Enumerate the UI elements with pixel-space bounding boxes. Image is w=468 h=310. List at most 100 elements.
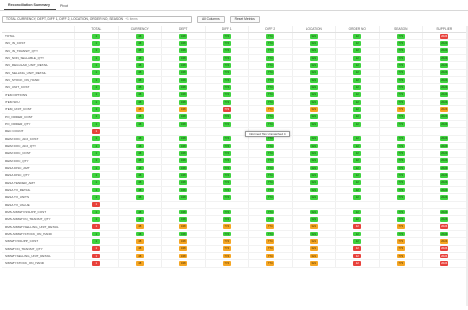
grid-cell[interactable]: 48 [117, 69, 162, 76]
status-badge[interactable]: 773 [396, 253, 405, 259]
status-badge[interactable]: 12 [353, 70, 362, 76]
grid-cell[interactable]: 321 [291, 238, 336, 245]
status-badge[interactable]: 774 [266, 253, 275, 259]
grid-cell[interactable]: 12 [335, 157, 379, 164]
status-badge[interactable]: 774 [222, 70, 231, 76]
grid-cell[interactable]: 321 [291, 179, 336, 186]
status-badge[interactable]: 2024 [440, 238, 449, 244]
status-badge[interactable]: 2024 [440, 194, 449, 200]
status-badge[interactable]: 12 [353, 114, 362, 120]
status-badge[interactable]: 773 [396, 107, 405, 112]
status-badge[interactable]: 1 [92, 55, 101, 61]
status-badge[interactable]: 321 [309, 63, 318, 68]
status-badge[interactable]: 774 [266, 158, 275, 164]
grid-cell[interactable]: 1 [74, 76, 118, 84]
status-badge[interactable]: 2024 [440, 48, 449, 54]
status-badge[interactable]: 774 [266, 231, 275, 237]
grid-cell[interactable]: 2024 [422, 245, 466, 252]
header-total[interactable]: TOTAL [74, 26, 118, 32]
grid-cell[interactable]: 348 [161, 216, 205, 223]
grid-cell[interactable]: 1 [74, 62, 118, 69]
grid-cell[interactable]: 321 [291, 194, 336, 201]
grid-cell[interactable]: 348 [161, 135, 205, 142]
status-badge[interactable]: 774 [266, 92, 275, 98]
status-badge[interactable]: 12 [353, 99, 362, 105]
grid-cell[interactable]: 348 [161, 252, 205, 260]
grid-cell[interactable]: 2024 [422, 76, 466, 84]
grid-cell[interactable]: 2024 [422, 40, 466, 47]
status-badge[interactable]: 348 [179, 151, 188, 156]
grid-cell[interactable]: 321 [291, 62, 336, 69]
status-badge[interactable]: 774 [266, 173, 275, 178]
status-badge[interactable]: 2024 [440, 85, 449, 90]
status-badge[interactable]: 1 [92, 209, 101, 215]
status-badge[interactable]: 12 [353, 246, 362, 252]
grid-cell[interactable]: 321 [291, 216, 336, 223]
grid-cell[interactable]: 774 [248, 106, 292, 113]
grid-cell[interactable]: 774 [248, 150, 292, 157]
grid-cell[interactable] [291, 201, 336, 208]
status-badge[interactable]: 774 [266, 180, 275, 186]
grid-cell[interactable]: 2024 [422, 179, 466, 186]
status-badge[interactable]: 348 [179, 231, 188, 237]
grid-cell[interactable]: 321 [291, 106, 336, 113]
grid-cell[interactable] [117, 128, 162, 135]
status-badge[interactable]: 773 [396, 48, 405, 54]
status-badge[interactable]: 2024 [440, 92, 449, 98]
grid-cell[interactable]: 321 [291, 135, 336, 142]
status-badge[interactable]: 12 [353, 107, 362, 112]
status-badge[interactable]: 773 [396, 55, 405, 61]
grid-cell[interactable]: 321 [291, 91, 336, 98]
status-badge[interactable]: 48 [135, 246, 144, 252]
grid-cell[interactable]: 2024 [422, 120, 466, 128]
grid-cell[interactable]: 321 [291, 76, 336, 84]
status-badge[interactable]: 2024 [440, 158, 449, 164]
grid-cell[interactable]: 774 [248, 33, 292, 40]
status-badge[interactable]: 2024 [440, 121, 449, 127]
header-currency[interactable]: CURRENCY [117, 26, 162, 32]
status-badge[interactable]: 774 [222, 224, 231, 230]
grid-cell[interactable]: 774 [204, 194, 249, 201]
grid-cell[interactable]: 774 [204, 223, 249, 230]
grid-cell[interactable]: 48 [117, 120, 162, 128]
grid-cell[interactable]: 348 [161, 245, 205, 252]
status-badge[interactable]: 48 [135, 63, 144, 68]
header-diff-1[interactable]: DIFF 1 [204, 26, 249, 32]
grid-cell[interactable]: 774 [204, 84, 249, 91]
grid-cell[interactable]: 321 [291, 260, 336, 267]
status-badge[interactable]: 773 [396, 121, 405, 127]
status-badge[interactable]: 48 [135, 253, 144, 259]
status-badge[interactable]: 48 [135, 92, 144, 98]
grid-cell[interactable]: 348 [161, 98, 205, 106]
grid-cell[interactable]: 773 [378, 40, 423, 47]
status-badge[interactable]: 2024 [440, 77, 449, 83]
status-badge[interactable]: 1 [92, 114, 101, 120]
grid-cell[interactable]: 12 [335, 47, 379, 54]
status-badge[interactable]: 321 [309, 165, 318, 171]
grid-cell[interactable] [161, 201, 205, 208]
status-badge[interactable]: 774 [266, 151, 275, 156]
status-badge[interactable]: 1 [92, 151, 101, 156]
status-badge[interactable]: 1 [92, 238, 101, 244]
dimension-search-input[interactable]: TOTAL CURRENCY, DEPT, DIFF 1, DIFF 2, LO… [2, 15, 192, 23]
status-badge[interactable]: 12 [353, 143, 362, 149]
status-badge[interactable]: 2024 [440, 70, 449, 76]
status-badge[interactable]: 774 [266, 33, 275, 39]
grid-cell[interactable]: 773 [378, 157, 423, 164]
status-badge[interactable]: 1 [92, 187, 101, 193]
grid-cell[interactable]: 321 [291, 54, 336, 62]
status-badge[interactable]: 321 [309, 41, 318, 46]
grid-cell[interactable]: 348 [161, 76, 205, 84]
grid-cell[interactable]: 1 [74, 230, 118, 238]
status-badge[interactable]: 48 [135, 41, 144, 46]
status-badge[interactable]: 321 [309, 92, 318, 98]
grid-cell[interactable]: 774 [204, 142, 249, 150]
grid-cell[interactable]: 774 [248, 194, 292, 201]
grid-cell[interactable]: 2024 [422, 142, 466, 150]
grid-cell[interactable]: 321 [291, 157, 336, 164]
grid-cell[interactable]: 48 [117, 245, 162, 252]
grid-cell[interactable]: 348 [161, 54, 205, 62]
grid-cell[interactable]: 774 [204, 62, 249, 69]
status-badge[interactable]: 774 [222, 92, 231, 98]
status-badge[interactable]: 773 [396, 246, 405, 252]
